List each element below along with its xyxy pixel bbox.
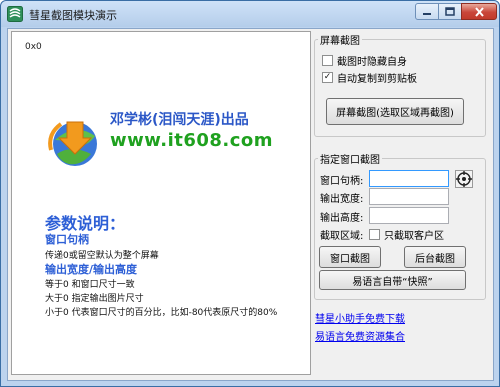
close-button[interactable] <box>461 3 497 20</box>
website-url: www.it608.com <box>110 130 274 151</box>
app-logo-icon <box>7 6 23 22</box>
capture-area-label: 截取区域: <box>320 231 364 242</box>
hide-self-checkbox[interactable]: 截图时隐藏自身 <box>322 53 407 68</box>
client-area-only-checkbox-box[interactable] <box>369 229 380 240</box>
help-text-greater-zero: 大于0 指定输出图片尺寸 <box>45 294 144 304</box>
minimize-button[interactable] <box>415 3 439 20</box>
resources-link[interactable]: 易语言免费资源集合 <box>315 328 405 343</box>
snapshot-button[interactable]: 易语言自带“快照” <box>319 270 466 290</box>
copy-to-clipboard-checkbox[interactable]: ✓ 自动复制到剪贴板 <box>322 70 417 85</box>
help-text-handle-default: 传递0或留空默认为整个屏幕 <box>45 251 159 261</box>
hide-self-checkbox-box[interactable] <box>322 55 333 66</box>
coordinate-readout: 0x0 <box>25 42 42 52</box>
help-text-equal-zero: 等于0 和窗口尺寸一致 <box>45 280 135 290</box>
help-text-less-zero: 小于0 代表窗口尺寸的百分比，比如-80代表原尺寸的80% <box>45 308 278 318</box>
download-globe-logo-icon <box>48 121 97 166</box>
output-width-input[interactable] <box>369 188 449 205</box>
window-finder-target-icon[interactable] <box>455 170 473 188</box>
screen-capture-group-title: 屏幕截图 <box>318 32 362 47</box>
client-area-only-label: 只截取客户区 <box>384 231 444 242</box>
window-capture-group-title: 指定窗口截图 <box>318 151 382 166</box>
screen-capture-button[interactable]: 屏幕截图(选取区域再截图) <box>326 98 464 125</box>
window-handle-label: 窗口句柄: <box>320 176 364 187</box>
window-handle-input[interactable] <box>369 170 449 187</box>
app-window: 彗星截图模块演示 0x0 邓学彬(泪闯天涯)出品 www.it608.com 参… <box>0 0 500 387</box>
output-height-label: 输出高度: <box>320 213 364 224</box>
output-height-input[interactable] <box>369 207 449 224</box>
help-heading-window-handle: 窗口句柄 <box>45 233 89 246</box>
hide-self-label: 截图时隐藏自身 <box>337 57 407 68</box>
preview-panel: 0x0 邓学彬(泪闯天涯)出品 www.it608.com 参数说明： 窗口句柄… <box>11 31 311 375</box>
download-link[interactable]: 彗星小助手免费下载 <box>315 310 405 325</box>
title-bar[interactable]: 彗星截图模块演示 <box>1 1 499 27</box>
window-title: 彗星截图模块演示 <box>29 9 117 22</box>
output-width-label: 输出宽度: <box>320 194 364 205</box>
maximize-icon <box>445 7 455 16</box>
window-capture-button[interactable]: 窗口截图 <box>319 246 381 268</box>
maximize-button[interactable] <box>438 3 462 20</box>
client-area: 0x0 邓学彬(泪闯天涯)出品 www.it608.com 参数说明： 窗口句柄… <box>7 28 494 381</box>
help-heading-output-size: 输出宽度/输出高度 <box>45 263 138 276</box>
background-capture-button[interactable]: 后台截图 <box>404 246 466 268</box>
copy-to-clipboard-checkbox-box[interactable]: ✓ <box>322 72 333 83</box>
client-area-only-checkbox[interactable]: 只截取客户区 <box>369 227 444 242</box>
close-icon <box>474 6 484 17</box>
copy-to-clipboard-label: 自动复制到剪贴板 <box>337 74 417 85</box>
minimize-icon <box>423 12 431 15</box>
author-credit: 邓学彬(泪闯天涯)出品 <box>110 112 249 128</box>
